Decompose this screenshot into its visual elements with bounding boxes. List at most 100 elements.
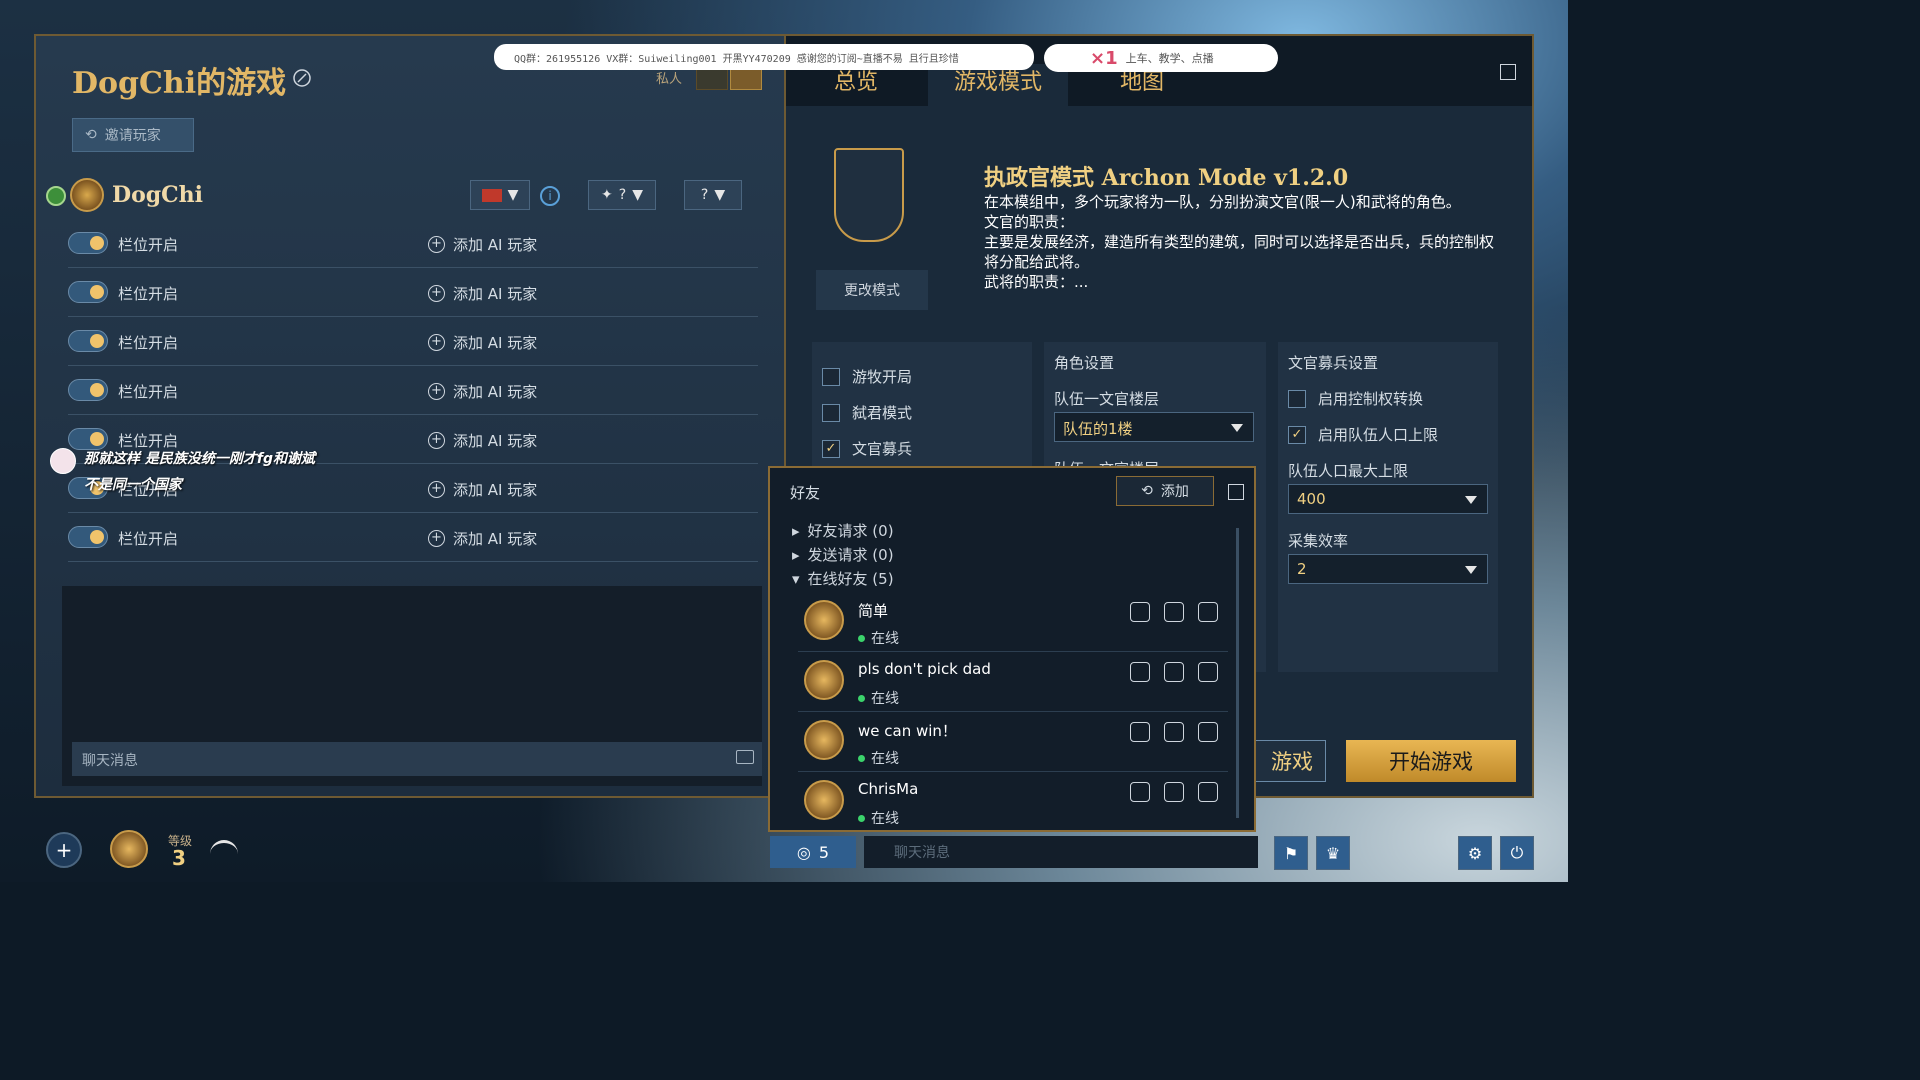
add-to-game-icon[interactable] bbox=[1198, 662, 1218, 682]
rally-icon[interactable]: ⚑ bbox=[1274, 836, 1308, 870]
add-ai-button[interactable]: + 添加 AI 玩家 bbox=[428, 283, 537, 304]
host-row: DogChi ▼ i ✦ ? ▼ ? ▼ bbox=[46, 176, 766, 216]
regicide-option[interactable]: 弑君模式 bbox=[822, 402, 912, 423]
slot-toggle[interactable] bbox=[68, 232, 108, 254]
message-icon[interactable] bbox=[1130, 662, 1150, 682]
invite-player-button[interactable]: ⟲ 邀请玩家 bbox=[72, 118, 194, 152]
minimize-icon[interactable] bbox=[1228, 484, 1244, 500]
friends-title: 好友 bbox=[790, 484, 821, 502]
chevron-down-icon: ▼ bbox=[507, 187, 519, 203]
info-icon[interactable]: i bbox=[540, 186, 560, 206]
power-icon[interactable]: ⏻ bbox=[1500, 836, 1534, 870]
friend-actions bbox=[1130, 662, 1218, 682]
friends-scrollbar[interactable] bbox=[1236, 528, 1239, 818]
civil-recruit-option[interactable]: ✓ 文官募兵 bbox=[822, 438, 912, 459]
chevron-down-icon bbox=[1231, 424, 1243, 432]
friend-row[interactable]: pls don't pick dad 在线 bbox=[798, 652, 1228, 712]
lobby-panel: DogChi的游戏 私人 ⟲ 邀请玩家 DogChi ▼ i ✦ ? ▼ ? ▼… bbox=[34, 34, 786, 798]
checkbox-checked[interactable]: ✓ bbox=[822, 439, 840, 458]
overlay-avatar bbox=[50, 448, 76, 474]
help-icon: ? bbox=[700, 187, 709, 203]
friend-row[interactable]: we can win！ 在线 bbox=[798, 712, 1228, 772]
edit-icon[interactable] bbox=[292, 68, 312, 88]
control-transfer-option[interactable]: 启用控制权转换 bbox=[1288, 388, 1423, 409]
chevron-down-icon: ▼ bbox=[632, 187, 643, 203]
sent-requests-section[interactable]: ▸ 发送请求 (0) bbox=[792, 544, 894, 565]
nomad-option[interactable]: 游牧开局 bbox=[822, 366, 912, 387]
gear-icon[interactable]: ⚙ bbox=[1458, 836, 1492, 870]
minimize-icon[interactable] bbox=[1500, 64, 1516, 80]
team-select[interactable]: ✦ ? ▼ bbox=[588, 180, 656, 210]
gather-select[interactable]: 2 bbox=[1288, 554, 1488, 584]
pop-limit-option[interactable]: ✓ 启用队伍人口上限 bbox=[1288, 424, 1438, 445]
start-game-button[interactable]: 开始游戏 bbox=[1346, 740, 1516, 782]
slot-label: 栏位开启 bbox=[118, 383, 179, 401]
friend-row[interactable]: 简单 在线 bbox=[798, 592, 1228, 652]
add-ai-label: 添加 AI 玩家 bbox=[453, 481, 538, 499]
team-icon: ✦ bbox=[601, 187, 613, 203]
add-ai-button[interactable]: + 添加 AI 玩家 bbox=[428, 332, 537, 353]
civil-recruit-label: 文官募兵 bbox=[852, 440, 913, 458]
friends-count-button[interactable]: ◎ 5 bbox=[770, 836, 856, 868]
bottom-chat-input[interactable]: 聊天消息 bbox=[864, 836, 1258, 868]
add-ai-label: 添加 AI 玩家 bbox=[453, 334, 538, 352]
message-icon[interactable] bbox=[1130, 782, 1150, 802]
friend-avatar bbox=[804, 660, 844, 700]
recruit-settings-title: 文官募兵设置 bbox=[1288, 354, 1379, 372]
host-status-icon bbox=[46, 186, 66, 206]
pop-max-select[interactable]: 400 bbox=[1288, 484, 1488, 514]
add-friend-button[interactable]: ⟲ 添加 bbox=[1116, 476, 1214, 506]
add-to-game-icon[interactable] bbox=[1198, 722, 1218, 742]
slot-toggle[interactable] bbox=[68, 330, 108, 352]
pop-limit-label: 启用队伍人口上限 bbox=[1318, 426, 1439, 444]
checkbox[interactable] bbox=[822, 367, 840, 386]
online-friends-section[interactable]: ▾ 在线好友 (5) bbox=[792, 568, 894, 589]
message-icon[interactable] bbox=[1130, 722, 1150, 742]
checkbox[interactable] bbox=[822, 403, 840, 422]
friend-actions bbox=[1130, 782, 1218, 802]
chevron-down-icon bbox=[1465, 566, 1477, 574]
add-ai-button[interactable]: + 添加 AI 玩家 bbox=[428, 479, 537, 500]
chat-input[interactable]: 聊天消息 bbox=[72, 742, 762, 776]
add-ai-button[interactable]: + 添加 AI 玩家 bbox=[428, 430, 537, 451]
stream-counter: ×1 bbox=[1090, 47, 1118, 69]
player-avatar[interactable] bbox=[110, 830, 148, 868]
bottom-bar: + 等级 3 ◎ 5 聊天消息 ⚑ ♛ ⚙ ⏻ bbox=[0, 828, 1568, 882]
floor-select[interactable]: 队伍的1楼 bbox=[1054, 412, 1254, 442]
add-ai-button[interactable]: + 添加 AI 玩家 bbox=[428, 528, 537, 549]
slot-toggle[interactable] bbox=[68, 526, 108, 548]
checkbox[interactable] bbox=[1288, 389, 1306, 408]
regicide-label: 弑君模式 bbox=[852, 404, 913, 422]
add-ai-button[interactable]: + 添加 AI 玩家 bbox=[428, 381, 537, 402]
slot-toggle[interactable] bbox=[68, 428, 108, 450]
crown-icon[interactable]: ♛ bbox=[1316, 836, 1350, 870]
add-to-game-icon[interactable] bbox=[1198, 782, 1218, 802]
friend-requests-section[interactable]: ▸ 好友请求 (0) bbox=[792, 520, 894, 541]
chat-placeholder: 聊天消息 bbox=[82, 753, 138, 769]
friend-name: pls don't pick dad bbox=[858, 660, 991, 678]
invite-label: 邀请玩家 bbox=[104, 128, 161, 144]
add-button[interactable]: + bbox=[46, 832, 82, 868]
online-dot-icon bbox=[858, 814, 865, 822]
help-select[interactable]: ? ▼ bbox=[684, 180, 742, 210]
friends-panel: 好友 ⟲ 添加 ▸ 好友请求 (0) ▸ 发送请求 (0) ▾ 在线好友 (5) 简单… bbox=[768, 466, 1256, 832]
friends-icon: ◎ bbox=[796, 842, 811, 862]
civ-select[interactable]: ▼ bbox=[470, 180, 530, 210]
tab-game-mode[interactable]: 游戏模式 bbox=[928, 64, 1069, 106]
invite-icon[interactable] bbox=[1164, 722, 1184, 742]
slot-toggle[interactable] bbox=[68, 281, 108, 303]
invite-icon[interactable] bbox=[1164, 602, 1184, 622]
friend-row[interactable]: ChrisMa 在线 bbox=[798, 772, 1228, 832]
chat-icon[interactable] bbox=[736, 750, 754, 764]
friend-status: 在线 bbox=[858, 628, 899, 648]
change-mode-button[interactable]: 更改模式 bbox=[816, 270, 928, 310]
add-ai-button[interactable]: + 添加 AI 玩家 bbox=[428, 234, 537, 255]
checkbox-checked[interactable]: ✓ bbox=[1288, 425, 1306, 444]
invite-icon[interactable] bbox=[1164, 662, 1184, 682]
add-to-game-icon[interactable] bbox=[1198, 602, 1218, 622]
message-icon[interactable] bbox=[1130, 602, 1150, 622]
online-dot-icon bbox=[858, 754, 865, 762]
invite-icon[interactable] bbox=[1164, 782, 1184, 802]
friend-status-text: 在线 bbox=[871, 691, 899, 707]
slot-toggle[interactable] bbox=[68, 379, 108, 401]
